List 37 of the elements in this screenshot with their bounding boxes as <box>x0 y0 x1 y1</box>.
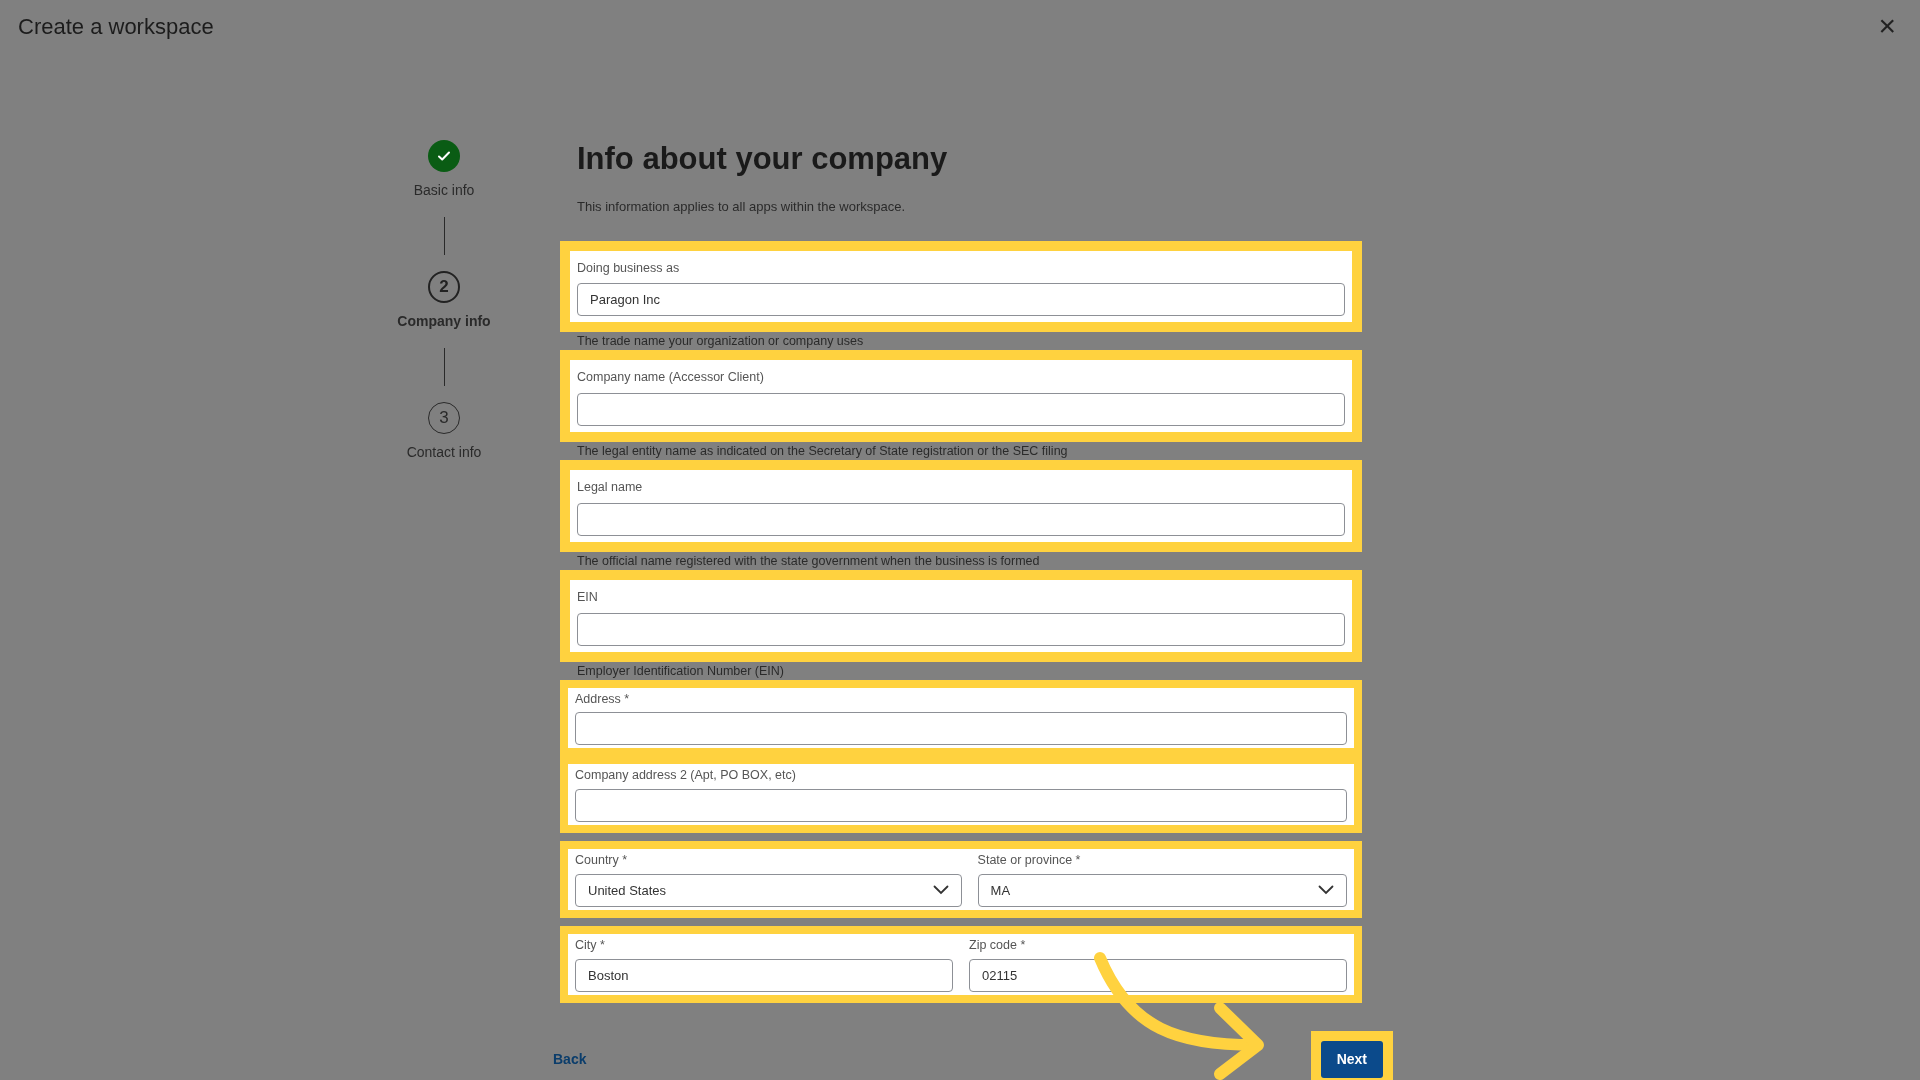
close-button[interactable]: × <box>1872 11 1902 41</box>
field-label: Legal name <box>577 479 644 497</box>
step-number: 2 <box>428 271 460 303</box>
field-value: United States <box>588 881 667 900</box>
description-text: This information applies to all apps within the workspace. <box>577 198 907 217</box>
field-label: City * <box>575 936 606 954</box>
input-field[interactable] <box>577 393 1345 427</box>
step-label: Contact info <box>406 443 482 462</box>
helper-text: The official name registered with the state government when the business is formed <box>576 552 1041 570</box>
helper-text: The legal entity name as indicated on the Secretary of State registration or the SEC filing <box>576 443 1069 461</box>
window-title: Create a workspace <box>18 12 214 41</box>
input-field[interactable]: Boston <box>575 958 953 992</box>
input-field[interactable] <box>575 789 1347 823</box>
chevron-down-icon <box>1318 885 1334 896</box>
field-label: Company name (Accessor Client) <box>577 369 765 387</box>
field-label: Address * <box>575 690 631 708</box>
input-field[interactable] <box>577 612 1345 646</box>
field-label: Country * <box>575 852 629 870</box>
dropdown-field[interactable]: United States <box>575 873 962 907</box>
helper-text: Employer Identification Number (EIN) <box>576 662 786 680</box>
field-label: State or province * <box>977 852 1082 870</box>
dropdown-field[interactable]: MA <box>977 873 1347 907</box>
page-heading: Info about your company <box>577 140 949 178</box>
step-label: Basic info <box>413 181 475 200</box>
chevron-down-icon <box>932 885 949 896</box>
field-label: EIN <box>577 588 599 606</box>
input-field[interactable] <box>575 712 1347 746</box>
helper-text: The trade name your organization or company uses <box>576 333 865 351</box>
input-field[interactable]: Paragon Inc <box>577 283 1345 317</box>
field-label: Zip code * <box>969 936 1027 954</box>
field-label: Company address 2 (Apt, PO BOX, etc) <box>575 767 797 785</box>
next-button[interactable]: Next <box>1320 1040 1383 1078</box>
input-field[interactable]: 02115 <box>969 958 1347 992</box>
step-label: Company info <box>397 312 491 331</box>
field-label: Doing business as <box>577 259 681 277</box>
input-field[interactable] <box>577 502 1345 536</box>
field-value: MA <box>990 881 1011 900</box>
